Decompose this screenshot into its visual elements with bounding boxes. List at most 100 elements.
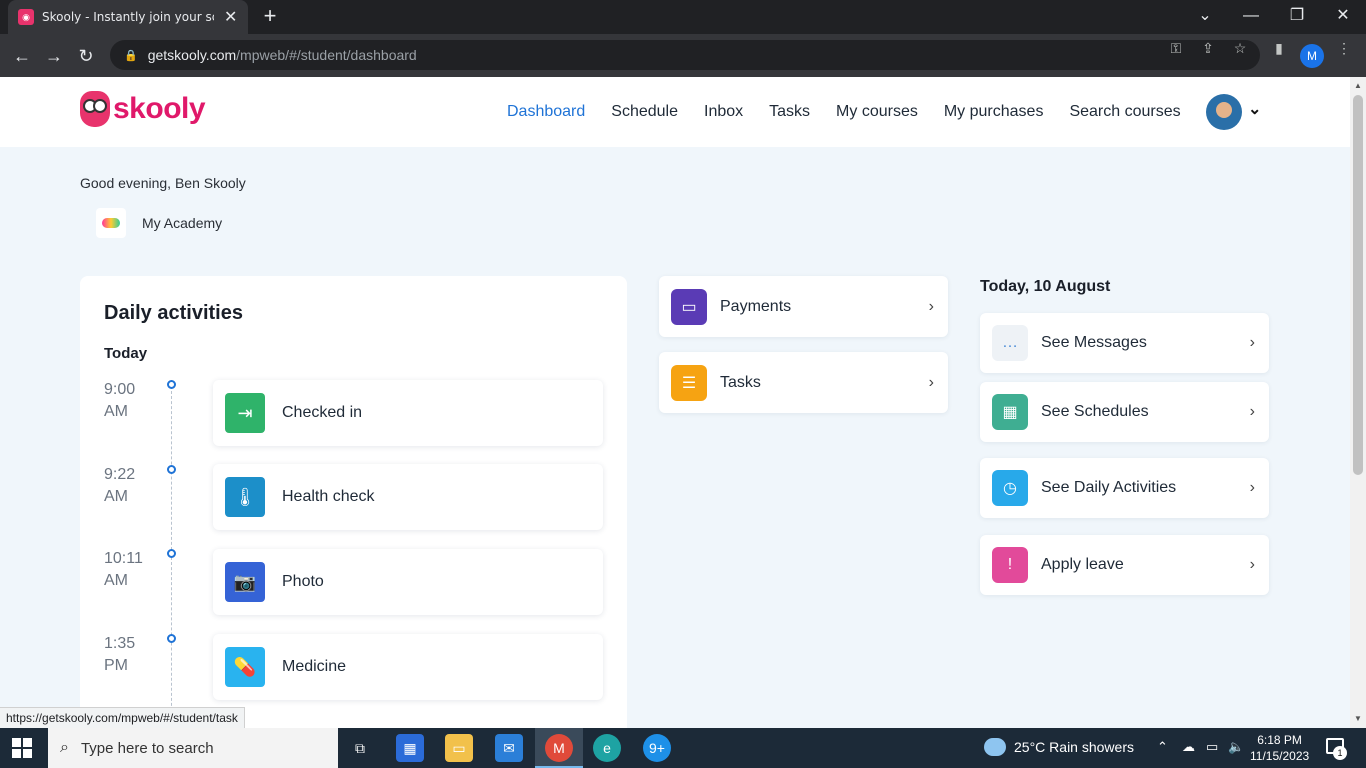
chevron-right-icon: › xyxy=(1249,479,1255,496)
minimize-button[interactable]: — xyxy=(1228,0,1274,32)
task-view-icon[interactable]: ⧉ xyxy=(346,734,374,762)
see-messages-link[interactable]: … See Messages › xyxy=(980,313,1269,373)
messages-icon: … xyxy=(992,325,1028,361)
time-value: 1:35 xyxy=(104,635,136,652)
share-icon[interactable]: ⇪ xyxy=(1199,40,1217,57)
browser-toolbar: ← → ↻ 🔒 getskooly.com /mpweb/#/student/d… xyxy=(0,34,1366,77)
time-ampm: PM xyxy=(104,657,128,674)
profile-avatar[interactable]: M xyxy=(1300,44,1324,68)
payments-link[interactable]: ▭ Payments › xyxy=(659,276,948,337)
nav-tasks[interactable]: Tasks xyxy=(769,103,810,121)
scroll-thumb[interactable] xyxy=(1353,95,1363,475)
timeline-dot xyxy=(167,634,176,643)
browser-tab[interactable]: ◉ Skooly - Instantly join your school ✕ xyxy=(8,0,248,34)
see-daily-activities-link[interactable]: ◷ See Daily Activities › xyxy=(980,458,1269,518)
see-messages-label: See Messages xyxy=(1041,334,1147,351)
tab-title: Skooly - Instantly join your school xyxy=(42,10,214,24)
payment-card-icon: ▭ xyxy=(671,288,707,325)
nav-schedule[interactable]: Schedule xyxy=(611,103,678,121)
see-schedules-link[interactable]: ▦ See Schedules › xyxy=(980,382,1269,442)
forward-arrow-icon[interactable]: → xyxy=(40,42,68,70)
taskbar-clock[interactable]: 6:18 PM 11/15/2023 xyxy=(1250,732,1309,764)
mail-icon[interactable]: ✉ xyxy=(495,734,523,762)
new-tab-button[interactable]: + xyxy=(258,4,282,28)
store-icon[interactable]: ▦ xyxy=(396,734,424,762)
academy-selector[interactable]: My Academy xyxy=(96,208,222,238)
clock-date: 11/15/2023 xyxy=(1250,749,1310,763)
nav-my-courses[interactable]: My courses xyxy=(836,103,918,121)
apply-leave-link[interactable]: ! Apply leave › xyxy=(980,535,1269,595)
nav-inbox[interactable]: Inbox xyxy=(704,103,743,121)
logo-text: skooly xyxy=(113,92,206,125)
nav-dashboard[interactable]: Dashboard xyxy=(507,103,585,121)
calendar-icon: ▦ xyxy=(992,394,1028,430)
activity-item-photo[interactable]: 📷 Photo xyxy=(213,549,603,615)
activity-label: Checked in xyxy=(282,404,363,421)
weather-widget[interactable]: 25°C Rain showers xyxy=(984,738,1134,756)
edge-icon[interactable]: e xyxy=(593,734,621,762)
chrome-icon[interactable]: M xyxy=(545,734,573,762)
time-ampm: AM xyxy=(104,572,128,589)
page-scrollbar[interactable]: ▲ ▼ xyxy=(1350,77,1366,728)
weather-text: 25°C Rain showers xyxy=(1014,739,1134,755)
timeline-dot xyxy=(167,549,176,558)
task-list-icon: ☰ xyxy=(671,364,707,401)
activity-time: 9:00 AM xyxy=(104,379,164,423)
taskbar-search-placeholder: Type here to search xyxy=(80,739,214,757)
reload-icon[interactable]: ↻ xyxy=(72,42,100,70)
see-schedules-label: See Schedules xyxy=(1041,403,1149,420)
nav-my-purchases[interactable]: My purchases xyxy=(944,103,1044,121)
greeting-text: Good evening, Ben Skooly xyxy=(80,175,246,191)
daily-activities-title: Daily activities xyxy=(104,302,243,324)
scroll-up-icon[interactable]: ▲ xyxy=(1354,81,1362,90)
address-bar[interactable]: 🔒 getskooly.com /mpweb/#/student/dashboa… xyxy=(110,40,1260,70)
scroll-down-icon[interactable]: ▼ xyxy=(1354,714,1362,723)
taskbar-search[interactable]: ⌕ Type here to search xyxy=(48,728,338,768)
file-explorer-icon[interactable]: ▭ xyxy=(445,734,473,762)
activity-time: 9:22 AM xyxy=(104,464,164,508)
tab-search-icon[interactable]: ⌄ xyxy=(1182,0,1228,32)
check-in-icon: ⇥ xyxy=(225,393,265,433)
clock-time: 6:18 PM xyxy=(1257,733,1302,747)
lock-icon: 🔒 xyxy=(124,49,138,62)
back-arrow-icon[interactable]: ← xyxy=(8,42,36,70)
key-icon[interactable]: ⚿ xyxy=(1167,40,1185,57)
onedrive-icon[interactable]: ☁ xyxy=(1182,739,1195,755)
battery-icon[interactable]: ▭ xyxy=(1206,739,1218,755)
activity-label: Photo xyxy=(282,573,324,590)
skype-icon[interactable]: 9+ xyxy=(643,734,671,762)
close-tab-icon[interactable]: ✕ xyxy=(224,7,237,27)
skooly-logo[interactable]: skooly xyxy=(80,91,206,127)
restore-button[interactable]: ❐ xyxy=(1274,0,1320,32)
tasks-label: Tasks xyxy=(720,373,761,391)
activity-item-medicine[interactable]: 💊 Medicine xyxy=(213,634,603,700)
time-value: 9:22 xyxy=(104,466,136,483)
tasks-link[interactable]: ☰ Tasks › xyxy=(659,352,948,413)
owl-logo-icon xyxy=(80,91,110,127)
menu-dots-icon[interactable]: ⋮ xyxy=(1335,40,1353,57)
chevron-down-icon[interactable]: ⌄ xyxy=(1248,99,1261,119)
user-avatar[interactable] xyxy=(1206,94,1242,130)
academy-name: My Academy xyxy=(142,215,223,231)
close-window-button[interactable]: ✕ xyxy=(1320,0,1366,32)
notification-badge: 1 xyxy=(1333,746,1347,760)
bookmark-star-icon[interactable]: ☆ xyxy=(1231,40,1249,57)
side-panel-icon[interactable]: ▮ xyxy=(1270,40,1288,57)
thermometer-icon: 🌡 xyxy=(225,477,265,517)
chevron-up-icon[interactable]: ⌃ xyxy=(1157,739,1168,755)
windows-taskbar: ⌕ Type here to search ⧉ ▦ ▭ ✉ M e 9+ 25°… xyxy=(0,728,1366,768)
pill-icon: 💊 xyxy=(225,647,265,687)
nav-search-courses[interactable]: Search courses xyxy=(1069,103,1180,121)
payments-label: Payments xyxy=(720,297,792,315)
windows-start-icon[interactable] xyxy=(12,738,32,758)
time-value: 9:00 xyxy=(104,381,136,398)
chevron-right-icon: › xyxy=(1249,403,1255,420)
chevron-right-icon: › xyxy=(1249,556,1255,573)
activity-item-health-check[interactable]: 🌡 Health check xyxy=(213,464,603,530)
activity-label: Health check xyxy=(282,488,375,505)
activity-item-checked-in[interactable]: ⇥ Checked in xyxy=(213,380,603,446)
volume-muted-icon[interactable]: 🔈 xyxy=(1228,739,1244,755)
today-label: Today xyxy=(104,345,148,362)
skooly-favicon-icon: ◉ xyxy=(18,9,34,25)
time-value: 10:11 xyxy=(104,550,143,567)
